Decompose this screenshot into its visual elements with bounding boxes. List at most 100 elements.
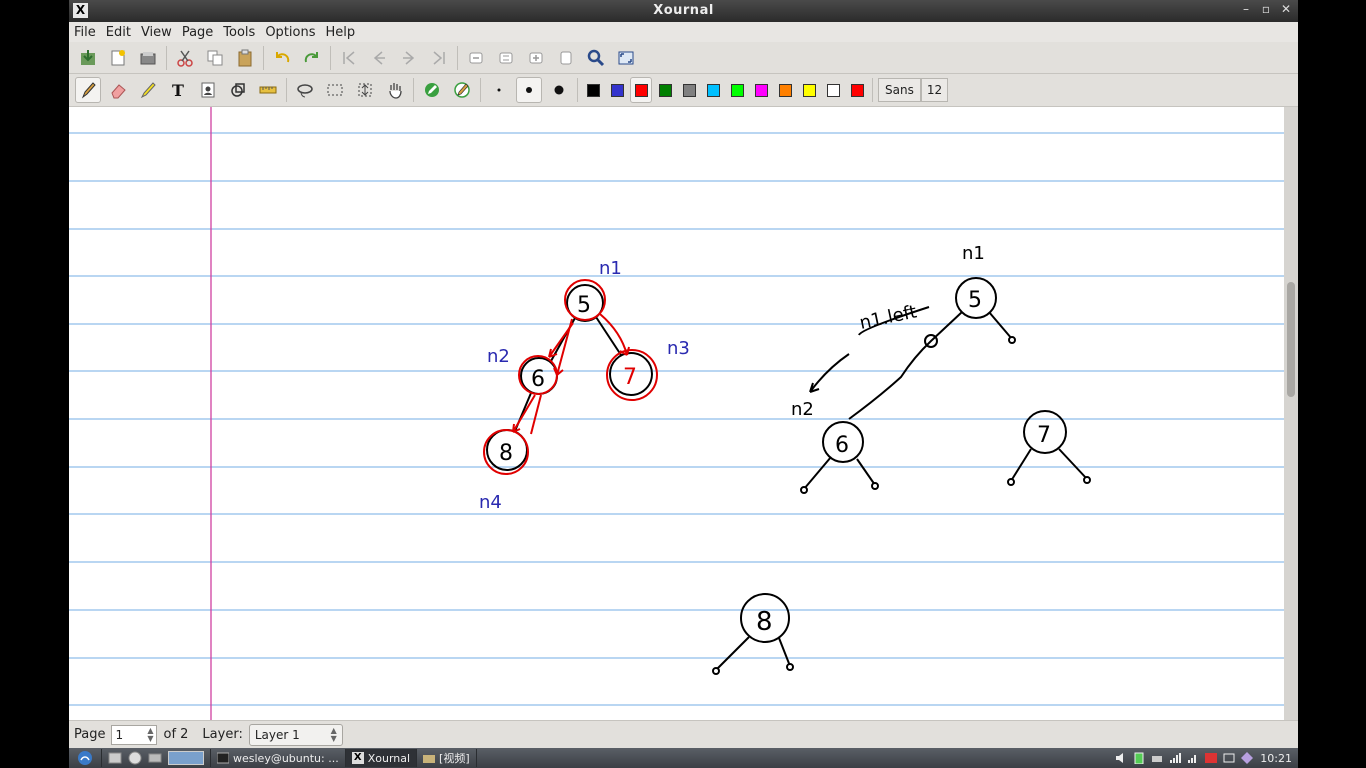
task-terminal[interactable]: wesley@ubuntu: ... bbox=[211, 749, 346, 767]
new-button[interactable] bbox=[105, 45, 131, 71]
color-swatch-button[interactable] bbox=[702, 77, 724, 103]
network-icon[interactable] bbox=[1151, 752, 1163, 764]
workspace-pager[interactable] bbox=[168, 751, 204, 765]
restore-icon[interactable]: ▫ bbox=[1260, 2, 1272, 16]
left-node-5: 5 bbox=[577, 293, 591, 318]
pen-tool-button[interactable] bbox=[75, 77, 101, 103]
zoom-button[interactable] bbox=[583, 45, 609, 71]
zoom-out-button[interactable] bbox=[463, 45, 489, 71]
color-swatch-button[interactable] bbox=[654, 77, 676, 103]
color-swatch-button[interactable] bbox=[726, 77, 748, 103]
vertical-space-icon bbox=[358, 83, 372, 97]
next-page-button[interactable] bbox=[396, 45, 422, 71]
status-bar: Page 1 ▲ ▼ of 2 Layer: Layer 1 ▲ ▼ bbox=[69, 720, 1298, 748]
color-swatch-button[interactable] bbox=[630, 77, 652, 103]
left-label-n3: n3 bbox=[667, 338, 690, 359]
highlighter-tool-button[interactable] bbox=[135, 77, 161, 103]
hand-tool-button[interactable] bbox=[382, 77, 408, 103]
zoom-in-button[interactable] bbox=[523, 45, 549, 71]
signal-icon[interactable] bbox=[1187, 752, 1199, 764]
undo-icon bbox=[276, 51, 290, 62]
set-default-icon bbox=[454, 82, 470, 98]
file-manager-icon[interactable] bbox=[108, 751, 122, 765]
color-swatch-button[interactable] bbox=[798, 77, 820, 103]
menu-view[interactable]: View bbox=[141, 25, 172, 40]
redo-button[interactable] bbox=[299, 45, 325, 71]
show-desktop-icon[interactable] bbox=[148, 751, 162, 765]
text-tool-button[interactable]: T bbox=[165, 77, 191, 103]
menu-page[interactable]: Page bbox=[182, 25, 213, 40]
spinner-arrows-icon[interactable]: ▲ ▼ bbox=[147, 726, 153, 743]
menu-help[interactable]: Help bbox=[326, 25, 356, 40]
color-swatch-button[interactable] bbox=[750, 77, 772, 103]
color-swatch bbox=[658, 83, 672, 97]
first-page-button[interactable] bbox=[336, 45, 362, 71]
shape-recognizer-icon bbox=[231, 83, 245, 97]
page-number-spinner[interactable]: 1 ▲ ▼ bbox=[111, 724, 158, 745]
paste-button[interactable] bbox=[232, 45, 258, 71]
close-icon[interactable]: ✕ bbox=[1280, 2, 1292, 16]
right-label-n1-left: n1.left bbox=[858, 301, 919, 334]
previous-page-button[interactable] bbox=[366, 45, 392, 71]
font-name-button[interactable]: Sans bbox=[878, 78, 921, 102]
default-tool-button[interactable] bbox=[419, 77, 445, 103]
menu-edit[interactable]: Edit bbox=[106, 25, 131, 40]
task-xournal[interactable]: X Xournal bbox=[345, 749, 418, 767]
thickness-medium-button[interactable] bbox=[516, 77, 542, 103]
menu-file[interactable]: File bbox=[74, 25, 96, 40]
lasso-select-button[interactable] bbox=[292, 77, 318, 103]
page-drawing[interactable]: 5 6 7 8 n1 n2 n3 n4 5 6 7 8 n1 n1.left n… bbox=[69, 107, 1284, 720]
color-swatch-button[interactable] bbox=[678, 77, 700, 103]
shape-recognizer-button[interactable] bbox=[225, 77, 251, 103]
set-default-button[interactable] bbox=[449, 77, 475, 103]
page-count-label: of 2 bbox=[163, 727, 189, 742]
copy-button[interactable] bbox=[202, 45, 228, 71]
thickness-thick-button[interactable] bbox=[546, 77, 572, 103]
color-swatch-button[interactable] bbox=[774, 77, 796, 103]
screen-capture-icon[interactable] bbox=[1223, 752, 1235, 764]
volume-icon[interactable] bbox=[1115, 752, 1127, 764]
scrollbar-thumb[interactable] bbox=[1287, 282, 1295, 397]
color-swatch-button[interactable] bbox=[822, 77, 844, 103]
page-width-button[interactable] bbox=[553, 45, 579, 71]
copy-icon bbox=[207, 50, 223, 65]
ruler-tool-button[interactable] bbox=[255, 77, 281, 103]
cut-button[interactable] bbox=[172, 45, 198, 71]
color-swatch-button[interactable] bbox=[582, 77, 604, 103]
record-icon[interactable] bbox=[1205, 752, 1218, 764]
image-tool-button[interactable] bbox=[195, 77, 221, 103]
task-video-folder[interactable]: [视频] bbox=[417, 749, 477, 767]
right-label-n2: n2 bbox=[791, 399, 814, 420]
thickness-fine-button[interactable] bbox=[486, 77, 512, 103]
page-label: Page bbox=[74, 727, 106, 742]
color-swatch bbox=[682, 83, 696, 97]
rect-select-button[interactable] bbox=[322, 77, 348, 103]
undo-button[interactable] bbox=[269, 45, 295, 71]
page-number-value: 1 bbox=[115, 727, 124, 742]
last-page-button[interactable] bbox=[426, 45, 452, 71]
minimize-icon[interactable]: – bbox=[1240, 2, 1252, 16]
eraser-tool-button[interactable] bbox=[105, 77, 131, 103]
start-menu-button[interactable] bbox=[69, 749, 102, 767]
browser-icon[interactable] bbox=[128, 751, 142, 765]
tools-toolbar: T Sans 12 bbox=[69, 74, 1298, 107]
vertical-space-button[interactable] bbox=[352, 77, 378, 103]
notification-icon[interactable] bbox=[1241, 752, 1254, 764]
hand-icon bbox=[389, 83, 402, 99]
font-size-button[interactable]: 12 bbox=[920, 78, 949, 102]
ruled-page[interactable]: 5 6 7 8 n1 n2 n3 n4 5 6 7 8 n1 n1.left n… bbox=[69, 107, 1284, 720]
wifi-signal-icon[interactable] bbox=[1169, 752, 1182, 764]
menu-options[interactable]: Options bbox=[265, 25, 315, 40]
battery-icon[interactable] bbox=[1133, 752, 1145, 764]
color-swatch-button[interactable] bbox=[606, 77, 628, 103]
menu-tools[interactable]: Tools bbox=[223, 25, 255, 40]
save-button[interactable] bbox=[75, 45, 101, 71]
color-swatch-button[interactable] bbox=[846, 77, 868, 103]
zoom-100-button[interactable] bbox=[493, 45, 519, 71]
canvas-area[interactable]: 5 6 7 8 n1 n2 n3 n4 5 6 7 8 n1 n1.left n… bbox=[69, 107, 1298, 720]
vertical-scrollbar[interactable] bbox=[1284, 107, 1298, 720]
fullscreen-button[interactable] bbox=[613, 45, 639, 71]
open-button[interactable] bbox=[135, 45, 161, 71]
layer-dropdown[interactable]: Layer 1 ▲ ▼ bbox=[248, 723, 343, 746]
paste-icon bbox=[238, 49, 252, 66]
